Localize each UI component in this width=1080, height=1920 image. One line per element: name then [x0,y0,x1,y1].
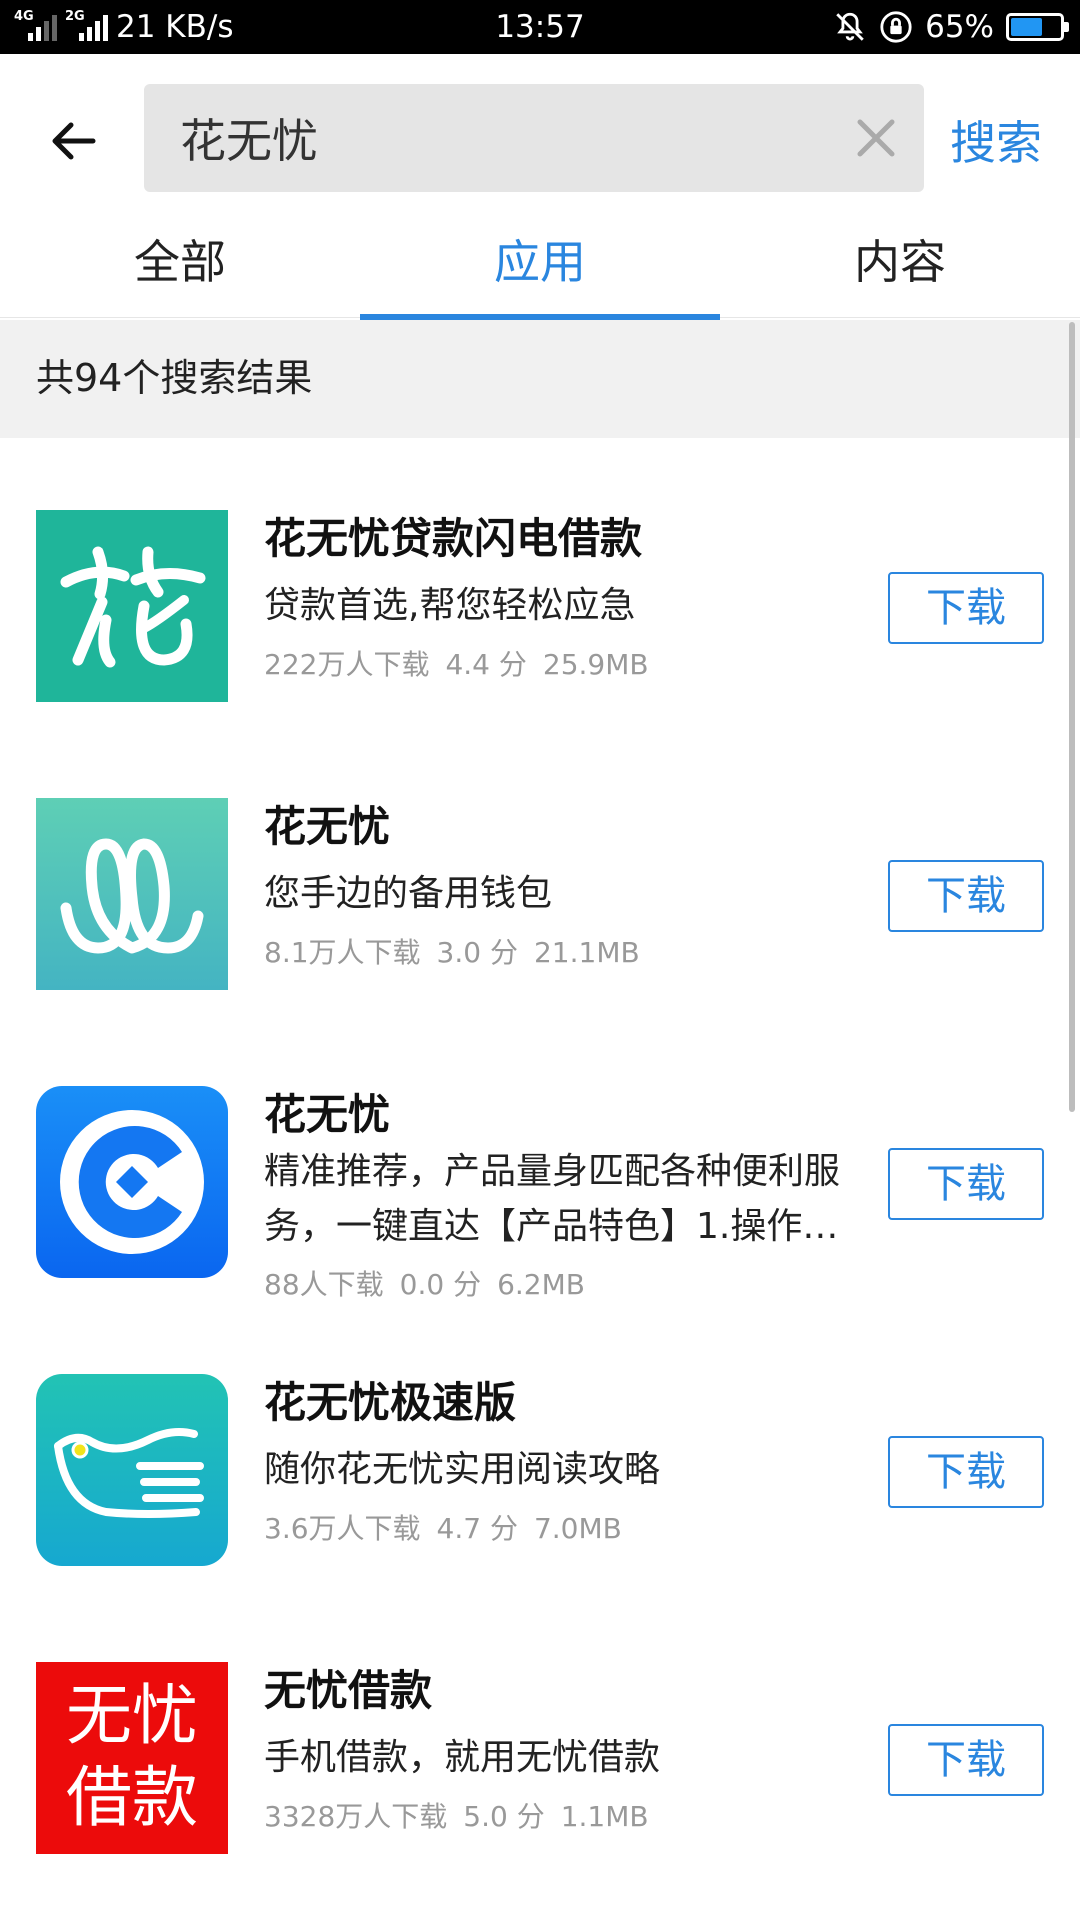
back-button[interactable] [38,106,108,176]
list-item[interactable]: 花无忧 您手边的备用钱包 8.1万人下载 3.0 分 21.1MB 下载 [0,726,1080,1014]
app-description: 您手边的备用钱包 [264,873,553,914]
app-meta: 8.1万人下载 3.0 分 21.1MB [264,928,844,978]
rating: 4.7 分 [436,1512,518,1545]
rotation-lock-icon [880,11,912,43]
app-name: 花无忧贷款闪电借款 [264,514,643,563]
download-button[interactable]: 下载 [888,572,1044,644]
search-box [144,84,924,192]
list-item[interactable]: 花无忧贷款闪电借款 贷款首选,帮您轻松应急 222万人下载 4.4 分 25.9MB… [0,438,1080,726]
app-meta: 3328万人下载 5.0 分 1.1MB [264,1792,844,1842]
file-size: 1.1MB [560,1800,649,1833]
status-right: 65% [833,0,1069,54]
file-size: 6.2MB [497,1268,585,1301]
search-button[interactable]: 搜索 [950,108,1042,178]
download-button[interactable]: 下载 [888,1724,1044,1796]
app-info: 花无忧 您手边的备用钱包 8.1万人下载 3.0 分 21.1MB [264,798,844,978]
battery-fill [1011,18,1043,36]
status-bar: 4G 2G 21 KB/s 13:57 65% [0,0,1080,54]
download-count: 8.1万人下载 [264,936,421,969]
battery-icon [1006,13,1069,41]
file-size: 7.0MB [533,1512,622,1545]
result-count: 共94个搜索结果 [36,356,313,400]
download-button[interactable]: 下载 [888,1148,1044,1220]
logo-line-2: 借款 [66,1759,198,1836]
app-name: 无忧借款 [264,1666,433,1715]
app-list: 花无忧贷款闪电借款 贷款首选,帮您轻松应急 222万人下载 4.4 分 25.9MB… [0,438,1080,1878]
battery-percent: 65% [925,9,994,45]
rating: 5.0 分 [463,1800,545,1833]
search-header: 搜索 [0,54,1080,204]
mute-bell-icon [836,12,864,41]
app-description: 随你花无忧实用阅读攻略 [264,1449,661,1490]
app-name: 花无忧 [264,1090,391,1139]
arrow-left-icon [52,122,96,160]
app-meta: 3.6万人下载 4.7 分 7.0MB [264,1504,844,1554]
result-count-bar: 共94个搜索结果 [0,320,1080,438]
app-description: 手机借款，就用无忧借款 [264,1737,661,1778]
search-input[interactable] [180,84,820,192]
clear-button[interactable] [852,114,900,162]
download-count: 3328万人下载 [264,1800,448,1833]
download-count: 88人下载 [264,1268,384,1301]
text-logo-icon: 无忧 借款 [36,1662,228,1854]
double-loop-icon [36,798,228,990]
logo-line-1: 无忧 [66,1677,198,1754]
flower-glyph-icon [36,510,228,702]
app-info: 花无忧极速版 随你花无忧实用阅读攻略 3.6万人下载 4.7 分 7.0MB [264,1374,844,1554]
bird-icon [36,1374,228,1566]
download-button[interactable]: 下载 [888,1436,1044,1508]
rating: 0.0 分 [399,1268,482,1301]
close-icon [857,119,895,157]
scrollbar[interactable] [1069,322,1075,1112]
list-item[interactable]: 花无忧 精准推荐，产品量身匹配各种便利服务，一键直达【产品特色】1.操作… 88… [0,1014,1080,1302]
tab-content[interactable]: 内容 [720,212,1080,317]
rating: 3.0 分 [436,936,518,969]
app-info: 花无忧贷款闪电借款 贷款首选,帮您轻松应急 222万人下载 4.4 分 25.9MB [264,510,844,690]
download-count: 3.6万人下载 [264,1512,421,1545]
tab-all[interactable]: 全部 [0,212,360,317]
app-description: 精准推荐，产品量身匹配各种便利服务，一键直达【产品特色】1.操作… [264,1151,841,1247]
app-meta: 222万人下载 4.4 分 25.9MB [264,640,844,690]
app-name: 花无忧极速版 [264,1378,517,1427]
app-name: 花无忧 [264,802,391,851]
file-size: 25.9MB [542,648,649,681]
file-size: 21.1MB [533,936,640,969]
download-count: 222万人下载 [264,648,430,681]
tab-apps[interactable]: 应用 [360,212,720,320]
app-info: 花无忧 精准推荐，产品量身匹配各种便利服务，一键直达【产品特色】1.操作… 88… [264,1086,844,1310]
list-item[interactable]: 无忧 借款 无忧借款 手机借款，就用无忧借款 3328万人下载 5.0 分 1.1M… [0,1590,1080,1878]
rating: 4.4 分 [445,648,527,681]
c-diamond-icon [36,1086,228,1278]
download-button[interactable]: 下载 [888,860,1044,932]
list-item[interactable]: 花无忧极速版 随你花无忧实用阅读攻略 3.6万人下载 4.7 分 7.0MB 下载 [0,1302,1080,1590]
app-info: 无忧借款 手机借款，就用无忧借款 3328万人下载 5.0 分 1.1MB [264,1662,844,1842]
app-description: 贷款首选,帮您轻松应急 [264,585,636,626]
tab-bar: 全部 应用 内容 [0,212,1080,320]
